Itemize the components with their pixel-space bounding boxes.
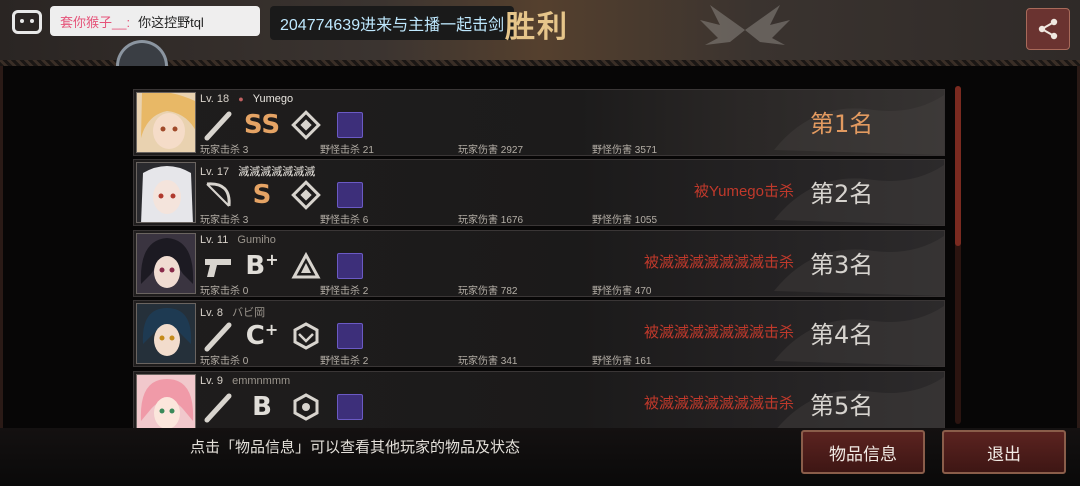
player-stats: 玩家击杀 3 野怪击杀 6 玩家伤害 1676 野怪伤害 1055 (200, 211, 700, 226)
player-kills: 玩家击杀 3 (200, 145, 249, 156)
rank-label: 第1名 (810, 110, 874, 138)
bilibili-tv-icon[interactable] (12, 10, 42, 34)
pet-icon[interactable] (332, 178, 368, 212)
hexagon-ring-icon[interactable] (288, 390, 324, 424)
player-level: Lv. 8 (200, 307, 224, 319)
monster-kills: 野怪击杀 2 (320, 356, 369, 367)
bow-icon[interactable] (200, 178, 236, 212)
items-info-button[interactable]: 物品信息 (801, 430, 925, 474)
monster-damage: 野怪伤害 3571 (592, 145, 658, 156)
diamond-target-icon[interactable] (288, 178, 324, 212)
grade-badge: C + (245, 319, 279, 352)
bat-icon[interactable] (200, 108, 236, 142)
rank-label: 第3名 (810, 251, 874, 279)
monster-kills: 野怪击杀 6 (320, 215, 369, 226)
killed-by: 被滅滅滅滅滅滅滅击杀 (643, 324, 794, 341)
wing-emblem-icon (700, 5, 790, 45)
monster-kills: 野怪击杀 21 (320, 145, 374, 156)
share-icon (1038, 18, 1058, 40)
bat-icon[interactable] (200, 390, 236, 424)
player-level-line: Lv. 17 滅滅滅滅滅滅滅 (200, 163, 315, 179)
player-name: Yumego (252, 93, 294, 105)
player-kills: 玩家击杀 0 (200, 356, 249, 367)
player-level: Lv. 17 (200, 166, 230, 178)
player-level-line: Lv. 18 ● Yumego (200, 93, 293, 105)
monster-damage: 野怪伤害 1055 (592, 215, 658, 226)
player-level: Lv. 18 (200, 93, 230, 105)
pet-icon[interactable] (332, 249, 368, 283)
share-button[interactable] (1026, 8, 1070, 50)
pet-icon[interactable] (332, 319, 368, 353)
scrollbar-thumb[interactable] (955, 86, 961, 246)
player-name: Gumiho (237, 234, 276, 246)
pistol-icon[interactable] (200, 249, 236, 283)
chat-username: 套你猴子__: (60, 14, 131, 30)
avatar (136, 162, 196, 223)
monster-damage: 野怪伤害 470 (592, 286, 652, 297)
result-title: 胜利 (505, 10, 569, 45)
monster-kills: 野怪击杀 2 (320, 286, 369, 297)
player-damage: 玩家伤害 341 (458, 356, 518, 367)
player-stats: 玩家击杀 3 野怪击杀 21 玩家伤害 2927 野怪伤害 3571 (200, 141, 700, 156)
triangle-icon[interactable] (288, 249, 324, 283)
player-name: emmnmmm (232, 375, 291, 387)
grade-badge: B (252, 392, 272, 422)
avatar (136, 303, 196, 364)
rank-label: 第4名 (810, 321, 874, 349)
crown-icon: ● (238, 94, 244, 104)
hexagon-eye-icon[interactable] (288, 319, 324, 353)
player-kills: 玩家击杀 0 (200, 286, 249, 297)
player-stats: 玩家击杀 0 野怪击杀 2 玩家伤害 341 野怪伤害 161 (200, 352, 700, 367)
avatar (136, 92, 196, 153)
avatar (136, 233, 196, 294)
player-stats: 玩家击杀 0 野怪击杀 2 玩家伤害 782 野怪伤害 470 (200, 282, 700, 297)
killed-by: 被Yumego击杀 (693, 183, 794, 200)
exit-button[interactable]: 退出 (942, 430, 1066, 474)
player-name: バビ岡 (232, 307, 266, 319)
chat-message: 套你猴子__: 你这控野tql (50, 6, 260, 36)
rank-label: 第2名 (810, 180, 874, 208)
player-kills: 玩家击杀 3 (200, 215, 249, 226)
player-name: 滅滅滅滅滅滅滅 (238, 166, 316, 178)
killed-by: 被滅滅滅滅滅滅滅击杀 (643, 254, 794, 271)
monster-damage: 野怪伤害 161 (592, 356, 652, 367)
diamond-target-icon[interactable] (288, 108, 324, 142)
player-level: Lv. 11 (200, 234, 229, 246)
pet-icon[interactable] (332, 108, 368, 142)
player-row[interactable]: Lv. 8 バビ岡 C + 玩家击杀 0 野怪击杀 2 玩家伤害 341 野怪伤害… (133, 300, 945, 367)
player-damage: 玩家伤害 2927 (458, 145, 524, 156)
player-row[interactable]: Lv. 11 Gumiho B + 玩家击杀 0 野怪击杀 2 玩家伤害 782 … (133, 230, 945, 297)
player-damage: 玩家伤害 1676 (458, 215, 524, 226)
player-row[interactable]: Lv. 17 滅滅滅滅滅滅滅 S 玩家击杀 3 野怪击杀 6 玩家伤害 1676… (133, 159, 945, 226)
rank-label: 第5名 (810, 392, 874, 420)
player-level-line: Lv. 9 emmnmmm (200, 375, 290, 387)
grade-badge: B + (245, 249, 279, 282)
player-level-line: Lv. 8 バビ岡 (200, 304, 265, 320)
player-level: Lv. 9 (200, 375, 224, 387)
footer-hint: 点击「物品信息」可以查看其他玩家的物品及状态 (190, 439, 521, 456)
grade-badge: S (252, 180, 272, 210)
pet-icon[interactable] (332, 390, 368, 424)
chat-text: 你这控野tql (138, 14, 204, 30)
player-row[interactable]: Lv. 18 ● Yumego SS 玩家击杀 3 野怪击杀 21 玩家伤害 2… (133, 89, 945, 156)
grade-badge: SS (243, 110, 281, 140)
player-damage: 玩家伤害 782 (458, 286, 518, 297)
avatar (136, 374, 196, 435)
killed-by: 被滅滅滅滅滅滅滅击杀 (643, 395, 794, 412)
player-level-line: Lv. 11 Gumiho (200, 234, 276, 246)
danmaku-text: 204774639进来与主播一起击剑 (270, 6, 515, 40)
bat-icon[interactable] (200, 319, 236, 353)
